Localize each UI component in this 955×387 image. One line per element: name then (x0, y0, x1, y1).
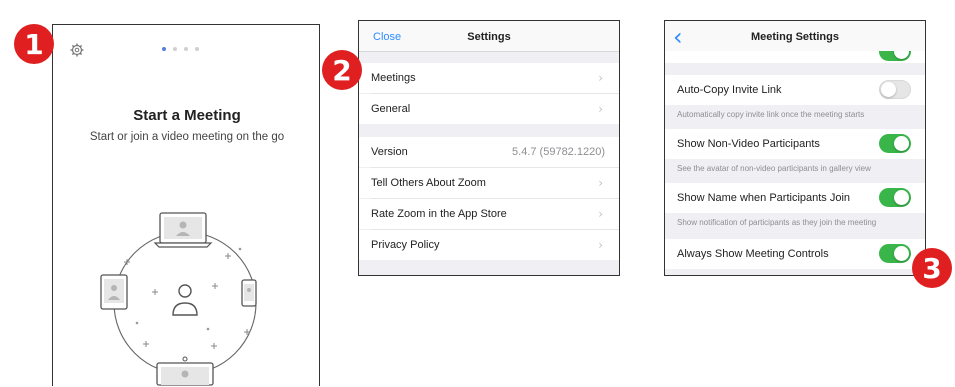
version-value: 5.4.7 (59782.1220) (512, 146, 605, 158)
chevron-right-icon: › (598, 238, 603, 252)
toggle-switch[interactable] (879, 80, 911, 99)
nav-title: Meeting Settings (750, 31, 839, 43)
chevron-right-icon: › (598, 176, 603, 190)
toggle-switch[interactable] (879, 134, 911, 153)
settings-item-rate-zoom[interactable]: Rate Zoom in the App Store › (359, 199, 619, 229)
page-title: Start a Meeting (133, 107, 241, 124)
setting-label: Show Non-Video Participants (677, 138, 820, 150)
setting-note: Show notification of participants as the… (677, 218, 877, 227)
setting-always-show-meeting-controls: Always Show Meeting Controls (665, 239, 925, 269)
setting-auto-copy-invite-link: Auto-Copy Invite Link (665, 75, 925, 105)
settings-screen: Close Settings Meetings › General › Vers… (358, 20, 620, 276)
meeting-settings-screen: ‹ Meeting Settings Auto-Copy Invite Link… (664, 20, 926, 276)
page-subtitle: Start or join a video meeting on the go (89, 131, 285, 143)
settings-item-general[interactable]: General › (359, 94, 619, 124)
settings-item-label: Tell Others About Zoom (371, 177, 486, 189)
meeting-illustration (100, 212, 257, 386)
step-badge-label: 2 (332, 53, 352, 87)
setting-show-name-when-participants-join: Show Name when Participants Join (665, 183, 925, 213)
settings-row-partial (665, 51, 925, 63)
page-dot[interactable] (195, 47, 199, 51)
version-row: Version 5.4.7 (59782.1220) (359, 137, 619, 167)
setting-note: Automatically copy invite link once the … (677, 110, 865, 119)
toggle-switch[interactable] (879, 244, 911, 263)
laptop-icon (153, 212, 213, 248)
settings-item-meetings[interactable]: Meetings › (359, 63, 619, 93)
step-badge-label: 3 (922, 251, 942, 285)
setting-show-non-video-participants: Show Non-Video Participants (665, 129, 925, 159)
settings-item-label: Privacy Policy (371, 239, 440, 251)
step-badge-2: 2 (322, 50, 362, 90)
setting-note: See the avatar of non-video participants… (677, 164, 871, 173)
settings-item-label: General (371, 103, 411, 115)
toggle-switch[interactable] (879, 51, 911, 61)
settings-item-label: Meetings (371, 72, 416, 84)
step-badge-label: 1 (24, 27, 44, 61)
start-meeting-screen: Start a Meeting Start or join a video me… (52, 24, 320, 386)
chevron-right-icon: › (598, 102, 603, 116)
page-indicator[interactable] (162, 47, 199, 51)
setting-label: Auto-Copy Invite Link (677, 84, 782, 96)
nav-bar: Close Settings (359, 21, 619, 52)
nav-bar: ‹ Meeting Settings (665, 21, 925, 52)
step-badge-3: 3 (912, 248, 952, 288)
chevron-right-icon: › (598, 71, 603, 85)
chevron-right-icon: › (598, 207, 603, 221)
settings-item-privacy-policy[interactable]: Privacy Policy › (359, 230, 619, 260)
page-dot[interactable] (173, 47, 177, 51)
settings-item-label: Rate Zoom in the App Store (371, 208, 507, 220)
tablet-icon (100, 274, 128, 310)
person-icon (172, 284, 198, 316)
gear-icon[interactable] (70, 43, 84, 57)
monitor-icon (156, 356, 214, 386)
toggle-switch[interactable] (879, 188, 911, 207)
settings-item-tell-others[interactable]: Tell Others About Zoom › (359, 168, 619, 198)
nav-title: Settings (467, 31, 511, 43)
version-label: Version (371, 146, 408, 158)
step-badge-1: 1 (14, 24, 54, 64)
setting-label: Show Name when Participants Join (677, 192, 851, 204)
page-dot[interactable] (184, 47, 188, 51)
setting-label: Always Show Meeting Controls (677, 248, 829, 260)
page-dot[interactable] (162, 47, 166, 51)
phone-icon (241, 279, 257, 307)
